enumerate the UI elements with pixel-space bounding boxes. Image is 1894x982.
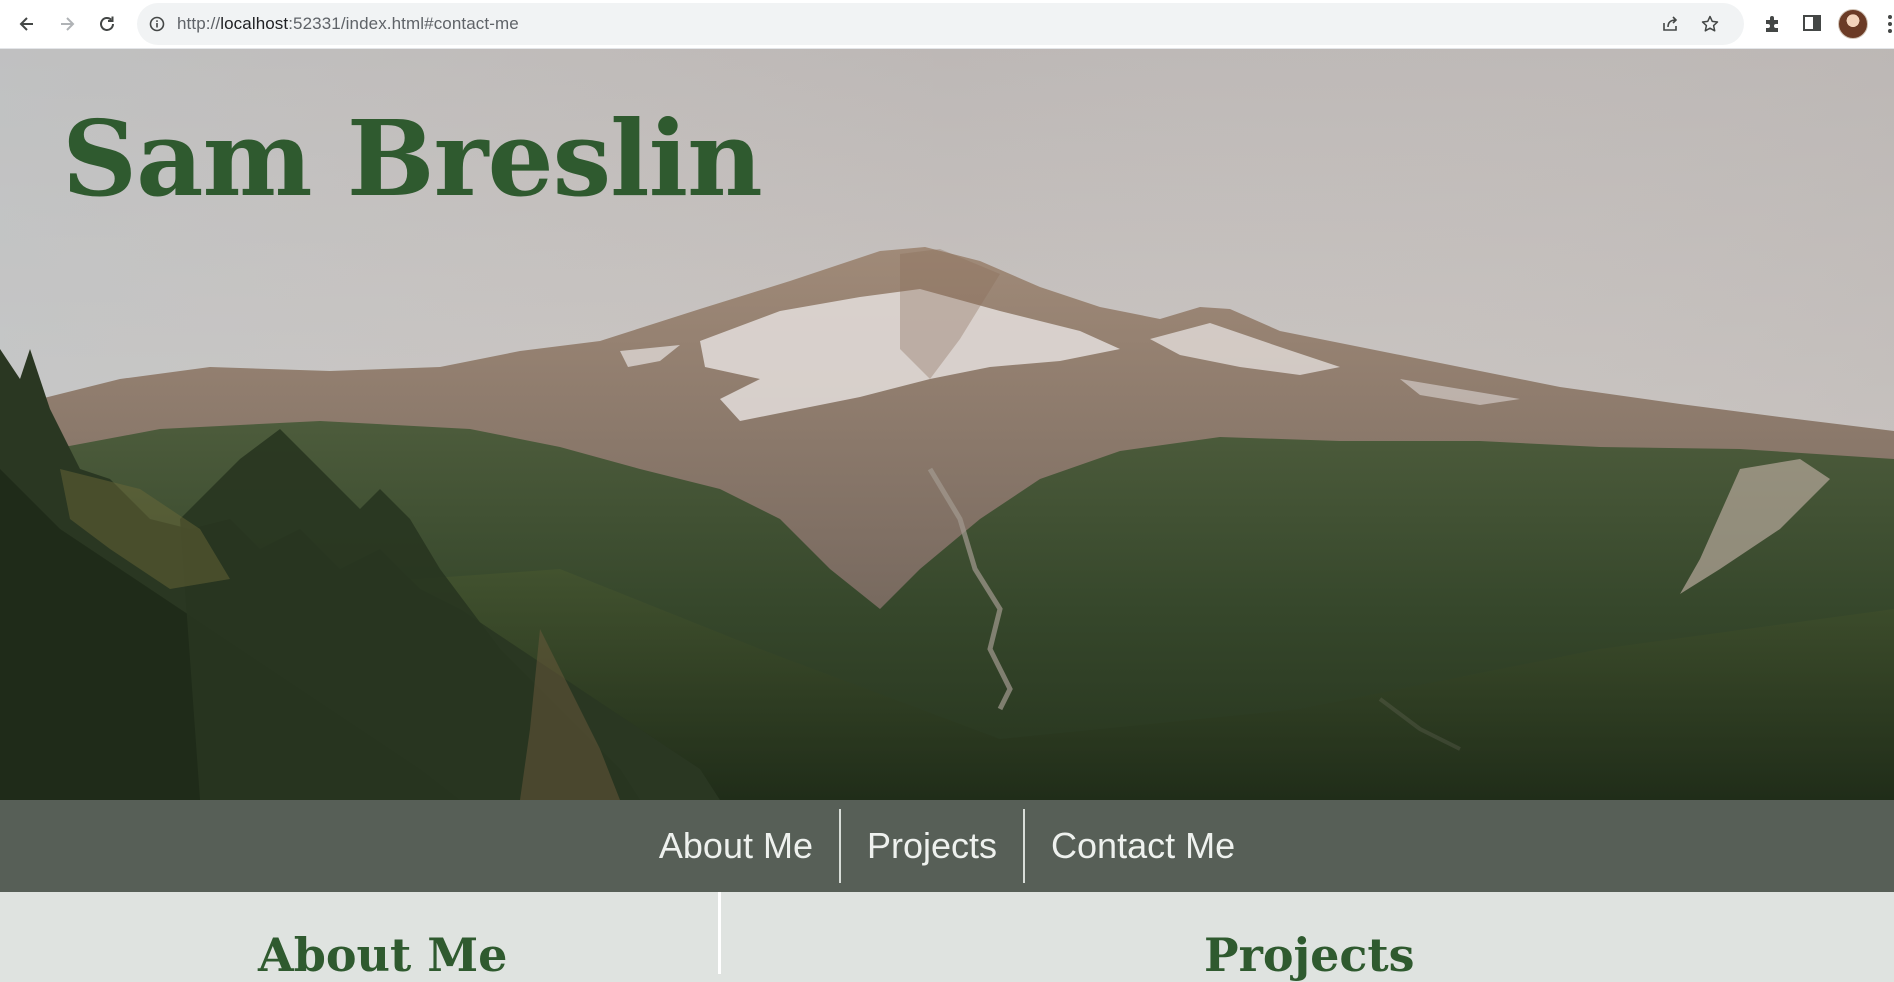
kebab-menu-icon[interactable]	[1886, 14, 1894, 34]
back-arrow-icon	[19, 17, 33, 31]
url-host: localhost	[220, 14, 289, 33]
nav-link-contact-me[interactable]: Contact Me	[1025, 809, 1261, 883]
forward-button[interactable]	[52, 9, 82, 39]
hero-banner: Sam Breslin	[0, 49, 1894, 800]
reload-icon	[100, 16, 114, 31]
hero-title: Sam Breslin	[62, 97, 763, 220]
puzzle-icon[interactable]	[1762, 12, 1784, 34]
nav-link-projects[interactable]: Projects	[841, 809, 1023, 883]
url-text[interactable]: http://localhost:52331/index.html#contac…	[177, 14, 519, 34]
url-path: :52331/index.html#contact-me	[288, 14, 519, 33]
back-button[interactable]	[12, 9, 42, 39]
nav-link-about-me[interactable]: About Me	[633, 809, 839, 883]
projects-heading: Projects	[1204, 928, 1415, 982]
url-prefix: http://	[177, 14, 221, 33]
share-icon[interactable]	[1660, 14, 1680, 34]
side-panel-icon[interactable]	[1801, 12, 1823, 34]
content-area: About Me Projects	[0, 892, 1894, 978]
forward-arrow-icon	[61, 17, 75, 31]
profile-avatar[interactable]	[1838, 9, 1868, 39]
reload-button[interactable]	[92, 9, 122, 39]
star-icon[interactable]	[1700, 14, 1720, 34]
about-me-heading: About Me	[258, 928, 508, 982]
browser-toolbar: http://localhost:52331/index.html#contac…	[0, 0, 1894, 49]
address-bar[interactable]: http://localhost:52331/index.html#contac…	[137, 3, 1744, 45]
main-nav: About Me Projects Contact Me	[0, 800, 1894, 892]
column-divider	[718, 892, 721, 974]
info-icon[interactable]	[149, 16, 165, 32]
